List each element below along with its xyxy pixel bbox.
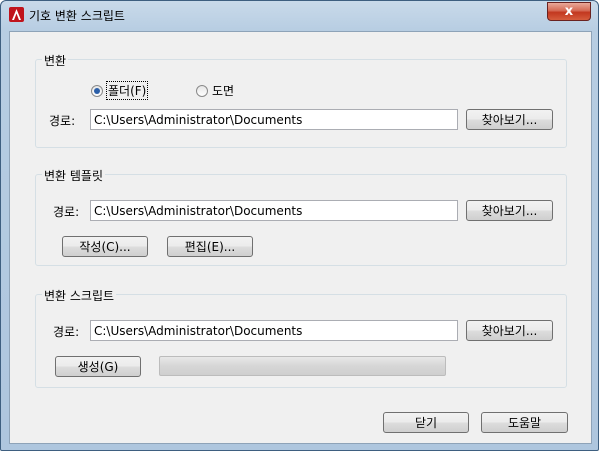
close-button[interactable]: 닫기: [383, 412, 469, 433]
template-path-input[interactable]: C:\Users\Administrator\Documents: [90, 200, 458, 221]
template-group: 변환 템플릿 경로: C:\Users\Administrator\Docume…: [35, 167, 567, 266]
help-button[interactable]: 도움말: [481, 412, 568, 433]
radio-drawing-label: 도면: [212, 84, 235, 98]
script-browse-button[interactable]: 찾아보기...: [466, 320, 553, 341]
template-path-label: 경로:: [53, 205, 80, 219]
convert-group: 변환 폴더(F) 도면 경로: C:\Users\Administrator\D…: [35, 52, 567, 148]
convert-path-label: 경로:: [49, 114, 76, 128]
title-bar[interactable]: 기호 변환 스크립트 x: [1, 1, 598, 29]
script-progress-bar: [159, 356, 446, 376]
radio-drawing[interactable]: 도면: [196, 82, 234, 99]
template-edit-button[interactable]: 편집(E)...: [167, 236, 253, 257]
script-generate-button[interactable]: 생성(G): [55, 356, 141, 377]
dialog-window: 기호 변환 스크립트 x 변환 폴더(F) 도면 경로: C:\Users\Ad…: [0, 0, 599, 451]
script-path-label: 경로:: [53, 325, 80, 339]
close-window-button[interactable]: x: [547, 2, 591, 21]
script-group: 변환 스크립트 경로: C:\Users\Administrator\Docum…: [35, 287, 567, 388]
convert-browse-button[interactable]: 찾아보기...: [466, 109, 553, 130]
convert-path-input[interactable]: C:\Users\Administrator\Documents: [90, 109, 458, 130]
dialog-client-area: 변환 폴더(F) 도면 경로: C:\Users\Administrator\D…: [9, 31, 592, 444]
script-group-label: 변환 스크립트: [42, 287, 117, 304]
template-group-label: 변환 템플릿: [42, 167, 106, 184]
radio-folder-label: 폴더(F): [105, 81, 149, 100]
radio-drawing-indicator[interactable]: [196, 84, 208, 97]
template-browse-button[interactable]: 찾아보기...: [466, 200, 553, 221]
window-title: 기호 변환 스크립트: [29, 9, 125, 23]
template-create-button[interactable]: 작성(C)...: [62, 236, 148, 257]
script-path-input[interactable]: C:\Users\Administrator\Documents: [90, 320, 458, 341]
convert-group-label: 변환: [42, 52, 69, 69]
radio-folder[interactable]: 폴더(F): [91, 81, 149, 100]
autocad-logo-icon: [9, 7, 24, 22]
radio-folder-indicator[interactable]: [91, 84, 103, 97]
